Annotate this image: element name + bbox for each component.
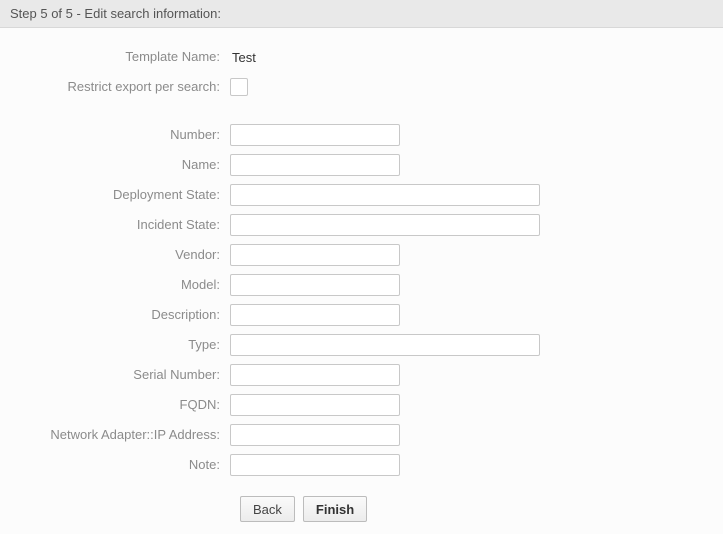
note-label: Note: [20,454,230,476]
template-name-label: Template Name: [20,46,230,68]
serial-number-label: Serial Number: [20,364,230,386]
ip-address-label: Network Adapter::IP Address: [20,424,230,446]
incident-state-input[interactable] [230,214,540,236]
number-input[interactable] [230,124,400,146]
deployment-state-label: Deployment State: [20,184,230,206]
model-input[interactable] [230,274,400,296]
description-label: Description: [20,304,230,326]
incident-state-label: Incident State: [20,214,230,236]
name-label: Name: [20,154,230,176]
serial-number-input[interactable] [230,364,400,386]
back-button[interactable]: Back [240,496,295,522]
restrict-export-label: Restrict export per search: [20,76,230,98]
wizard-step-header: Step 5 of 5 - Edit search information: [0,0,723,28]
type-label: Type: [20,334,230,356]
fqdn-input[interactable] [230,394,400,416]
ip-address-input[interactable] [230,424,400,446]
type-input[interactable] [230,334,540,356]
fqdn-label: FQDN: [20,394,230,416]
form-body: Template Name: Test Restrict export per … [0,28,723,532]
deployment-state-input[interactable] [230,184,540,206]
wizard-step-title: Step 5 of 5 - Edit search information: [10,6,221,21]
note-input[interactable] [230,454,400,476]
vendor-label: Vendor: [20,244,230,266]
name-input[interactable] [230,154,400,176]
vendor-input[interactable] [230,244,400,266]
number-label: Number: [20,124,230,146]
description-input[interactable] [230,304,400,326]
restrict-export-checkbox[interactable] [230,78,248,96]
model-label: Model: [20,274,230,296]
finish-button[interactable]: Finish [303,496,367,522]
template-name-value: Test [230,50,256,65]
